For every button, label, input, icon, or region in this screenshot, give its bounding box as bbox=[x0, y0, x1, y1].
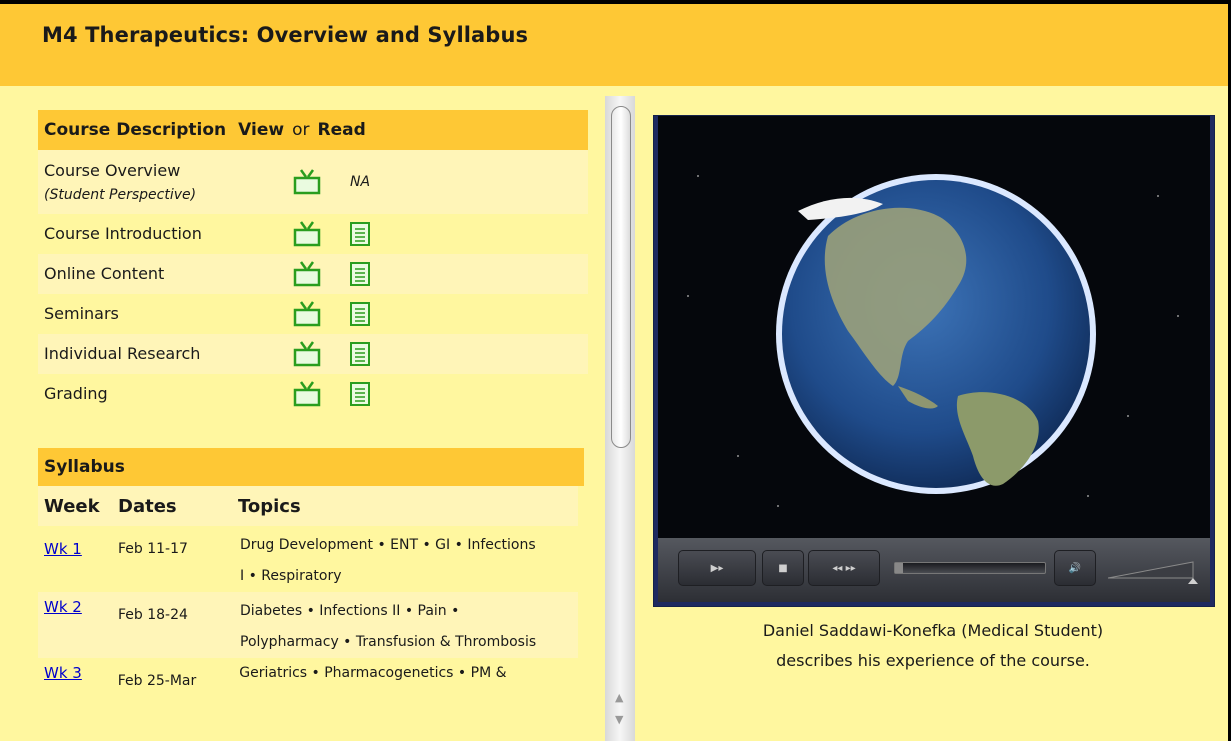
week-topics: Geriatrics • Pharmacogenetics • PM & bbox=[239, 665, 507, 681]
scroll-down-arrow[interactable]: ▼ bbox=[615, 714, 623, 726]
caption-line-1: Daniel Saddawi-Konefka (Medical Student) bbox=[762, 621, 1104, 640]
course-row-label: Course Introduction bbox=[44, 224, 202, 244]
volume-slider[interactable] bbox=[1108, 558, 1198, 588]
course-row-grading: Grading bbox=[38, 374, 588, 414]
document-icon[interactable] bbox=[338, 262, 382, 286]
week-link[interactable]: Wk 3 bbox=[44, 664, 82, 682]
view-column-label: View bbox=[238, 120, 285, 140]
week-link[interactable]: Wk 2 bbox=[44, 598, 82, 616]
play-button[interactable]: ▶▸ bbox=[678, 550, 756, 586]
scroll-up-arrow[interactable]: ▲ bbox=[615, 692, 623, 704]
earth-video-frame bbox=[658, 116, 1210, 538]
video-caption: Daniel Saddawi-Konefka (Medical Student)… bbox=[653, 616, 1213, 676]
scrollbar-thumb[interactable] bbox=[611, 106, 631, 448]
tv-icon[interactable] bbox=[276, 169, 338, 195]
volume-icon[interactable]: 🔊 bbox=[1054, 550, 1096, 586]
document-icon[interactable] bbox=[338, 222, 382, 246]
course-description-header: Course Description View or Read bbox=[38, 110, 588, 150]
course-row-label: Course Overview bbox=[44, 161, 181, 180]
video-screen[interactable] bbox=[658, 116, 1210, 538]
page-frame: M4 Therapeutics: Overview and Syllabus C… bbox=[0, 4, 1228, 741]
week-topics: Drug Development • ENT • GI • Infections… bbox=[240, 537, 536, 584]
read-not-available: NA bbox=[349, 174, 371, 190]
course-row-label: Individual Research bbox=[44, 344, 201, 364]
tv-icon[interactable] bbox=[276, 221, 338, 247]
vertical-scrollbar[interactable]: ▲ ▼ bbox=[605, 96, 635, 741]
course-description-heading: Course Description bbox=[44, 120, 227, 140]
week-dates: Feb 11-17 bbox=[118, 541, 188, 557]
document-icon[interactable] bbox=[338, 382, 382, 406]
course-row-label: Grading bbox=[44, 384, 108, 404]
syllabus-column-headers: Week Dates Topics bbox=[38, 486, 578, 526]
syllabus-row: Wk 1 Feb 11-17 Drug Development • ENT • … bbox=[38, 526, 578, 592]
course-row-sublabel: (Student Perspective) bbox=[44, 186, 197, 203]
tv-icon[interactable] bbox=[276, 261, 338, 287]
week-dates: Feb 25-Mar bbox=[117, 673, 197, 689]
course-row-introduction: Course Introduction bbox=[38, 214, 588, 254]
stop-button[interactable]: ■ bbox=[762, 550, 804, 586]
tv-icon[interactable] bbox=[276, 381, 338, 407]
tv-icon[interactable] bbox=[276, 301, 338, 327]
course-row-label: Online Content bbox=[44, 264, 165, 284]
course-row-label: Seminars bbox=[44, 304, 119, 324]
video-controls: ▶▸ ■ ◂◂ ▸▸ 🔊 bbox=[658, 538, 1210, 602]
course-row-online-content: Online Content bbox=[38, 254, 588, 294]
course-row-overview: Course Overview (Student Perspective) NA bbox=[38, 150, 588, 214]
video-player[interactable]: ▶▸ ■ ◂◂ ▸▸ 🔊 bbox=[653, 115, 1215, 607]
tv-icon[interactable] bbox=[276, 341, 338, 367]
read-column-label: Read bbox=[317, 120, 366, 140]
week-link[interactable]: Wk 1 bbox=[44, 540, 82, 558]
week-dates: Feb 18-24 bbox=[118, 607, 188, 623]
seek-bar[interactable] bbox=[894, 562, 1046, 574]
column-week: Week bbox=[44, 495, 100, 517]
or-label: or bbox=[292, 120, 310, 140]
syllabus-heading: Syllabus bbox=[44, 457, 125, 477]
document-icon[interactable] bbox=[338, 342, 382, 366]
syllabus-row: Wk 2 Feb 18-24 Diabetes • Infections II … bbox=[38, 592, 578, 658]
caption-line-2: describes his experience of the course. bbox=[776, 651, 1090, 670]
page-title: M4 Therapeutics: Overview and Syllabus bbox=[42, 23, 529, 47]
column-topics: Topics bbox=[238, 495, 301, 517]
left-column: Course Description View or Read Course O… bbox=[38, 110, 588, 697]
syllabus-row: Wk 3 Feb 25-Mar Geriatrics • Pharmacogen… bbox=[38, 658, 578, 697]
document-icon[interactable] bbox=[338, 302, 382, 326]
seek-progress bbox=[895, 563, 903, 573]
rewind-fastforward-buttons[interactable]: ◂◂ ▸▸ bbox=[808, 550, 880, 586]
week-topics: Diabetes • Infections II • Pain • Polyph… bbox=[240, 603, 537, 650]
course-row-individual-research: Individual Research bbox=[38, 334, 588, 374]
syllabus-header: Syllabus bbox=[38, 448, 584, 486]
page-header: M4 Therapeutics: Overview and Syllabus bbox=[0, 4, 1228, 86]
course-row-seminars: Seminars bbox=[38, 294, 588, 334]
column-dates: Dates bbox=[118, 495, 177, 517]
